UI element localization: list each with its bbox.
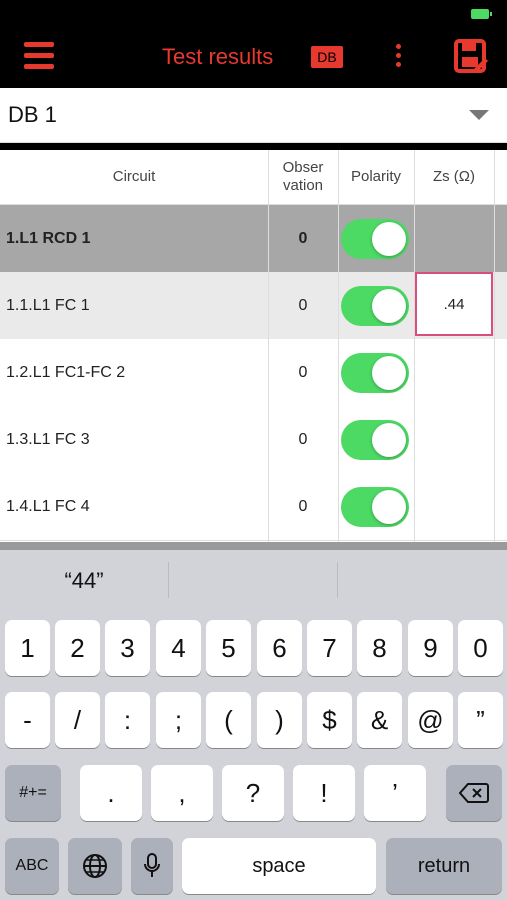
key-apostrophe[interactable]: ’ — [364, 765, 426, 821]
table-row[interactable]: 1.2.L1 FC1-FC 2 0 — [0, 339, 507, 407]
table-row[interactable]: 1.L1 RCD 1 0 — [0, 205, 507, 273]
circuit-name: 1.4.L1 FC 4 — [6, 497, 90, 515]
numeric-keyboard: “44” 1 2 3 4 5 6 7 8 9 0 - / : ; ( ) $ &… — [0, 550, 507, 900]
zs-cell[interactable] — [414, 339, 494, 406]
column-divider — [414, 150, 415, 542]
zs-input-active[interactable]: .44 — [415, 272, 493, 336]
battery-icon — [471, 9, 492, 19]
dictation-key[interactable] — [131, 838, 173, 894]
status-bar — [0, 0, 507, 30]
key-5[interactable]: 5 — [206, 620, 251, 676]
observation-count: 0 — [298, 497, 308, 515]
key-comma[interactable]: , — [151, 765, 213, 821]
polarity-toggle[interactable] — [341, 286, 409, 326]
key-ampersand[interactable]: & — [357, 692, 402, 748]
observation-count: 0 — [298, 363, 308, 381]
chevron-down-icon — [469, 110, 489, 120]
zs-cell[interactable] — [414, 473, 494, 540]
key-quote[interactable]: ” — [458, 692, 503, 748]
table-header: Circuit Obser vation Polarity Zs (Ω) — [0, 150, 507, 205]
backspace-key[interactable] — [446, 765, 502, 821]
key-slash[interactable]: / — [55, 692, 100, 748]
zs-cell[interactable] — [414, 205, 494, 272]
scroll-divider — [0, 542, 507, 550]
polarity-toggle[interactable] — [341, 487, 409, 527]
key-more-symbols[interactable]: #+= — [5, 765, 61, 821]
column-header-polarity: Polarity — [350, 168, 402, 185]
key-2[interactable]: 2 — [55, 620, 100, 676]
key-close-paren[interactable]: ) — [257, 692, 302, 748]
key-6[interactable]: 6 — [257, 620, 302, 676]
suggestion-divider — [337, 562, 338, 598]
key-question[interactable]: ? — [222, 765, 284, 821]
globe-icon — [83, 854, 107, 878]
polarity-toggle[interactable] — [341, 219, 409, 259]
backspace-icon — [459, 783, 489, 803]
table-row[interactable]: 1.4.L1 FC 4 0 — [0, 473, 507, 541]
db-selector-dropdown[interactable]: DB 1 — [0, 88, 507, 143]
column-header-circuit: Circuit — [112, 168, 156, 185]
table-row[interactable]: 1.3.L1 FC 3 0 — [0, 406, 507, 474]
circuit-name: 1.2.L1 FC1-FC 2 — [6, 363, 126, 381]
key-3[interactable]: 3 — [105, 620, 150, 676]
observation-count: 0 — [298, 296, 308, 314]
key-hyphen[interactable]: - — [5, 692, 50, 748]
top-bar: Test results DB — [0, 30, 507, 86]
circuit-name: 1.1.L1 FC 1 — [6, 296, 90, 314]
circuit-name: 1.L1 RCD 1 — [6, 229, 91, 247]
column-divider — [338, 150, 339, 542]
space-key[interactable]: space — [182, 838, 376, 894]
circuit-name: 1.3.L1 FC 3 — [6, 430, 90, 448]
more-options-icon[interactable] — [392, 44, 404, 72]
column-header-observation: Obser vation — [282, 159, 324, 194]
suggestion-bar: “44” — [0, 550, 507, 612]
zs-cell[interactable] — [414, 406, 494, 473]
observation-count: 0 — [298, 430, 308, 448]
results-table: Circuit Obser vation Polarity Zs (Ω) 1.L… — [0, 150, 507, 542]
polarity-toggle[interactable] — [341, 353, 409, 393]
observation-count: 0 — [298, 229, 308, 247]
column-divider — [268, 150, 269, 542]
key-1[interactable]: 1 — [5, 620, 50, 676]
key-8[interactable]: 8 — [357, 620, 402, 676]
hamburger-menu-icon[interactable] — [24, 42, 54, 72]
column-header-zs: Zs (Ω) — [432, 168, 476, 185]
key-9[interactable]: 9 — [408, 620, 453, 676]
key-colon[interactable]: : — [105, 692, 150, 748]
table-row[interactable]: 1.1.L1 FC 1 0 .44 — [0, 272, 507, 340]
microphone-icon — [144, 853, 160, 877]
globe-key[interactable] — [68, 838, 122, 894]
db-selector-value: DB 1 — [8, 102, 57, 127]
key-semicolon[interactable]: ; — [156, 692, 201, 748]
save-icon[interactable] — [454, 39, 488, 75]
db-badge-button[interactable]: DB — [311, 46, 343, 68]
key-7[interactable]: 7 — [307, 620, 352, 676]
suggestion-item[interactable]: “44” — [0, 568, 168, 594]
page-title: Test results — [162, 44, 274, 69]
key-period[interactable]: . — [80, 765, 142, 821]
key-abc[interactable]: ABC — [5, 838, 59, 894]
key-4[interactable]: 4 — [156, 620, 201, 676]
column-divider — [494, 150, 495, 542]
key-open-paren[interactable]: ( — [206, 692, 251, 748]
key-dollar[interactable]: $ — [307, 692, 352, 748]
key-0[interactable]: 0 — [458, 620, 503, 676]
key-at[interactable]: @ — [408, 692, 453, 748]
suggestion-divider — [168, 562, 169, 598]
polarity-toggle[interactable] — [341, 420, 409, 460]
return-key[interactable]: return — [386, 838, 502, 894]
key-exclamation[interactable]: ! — [293, 765, 355, 821]
